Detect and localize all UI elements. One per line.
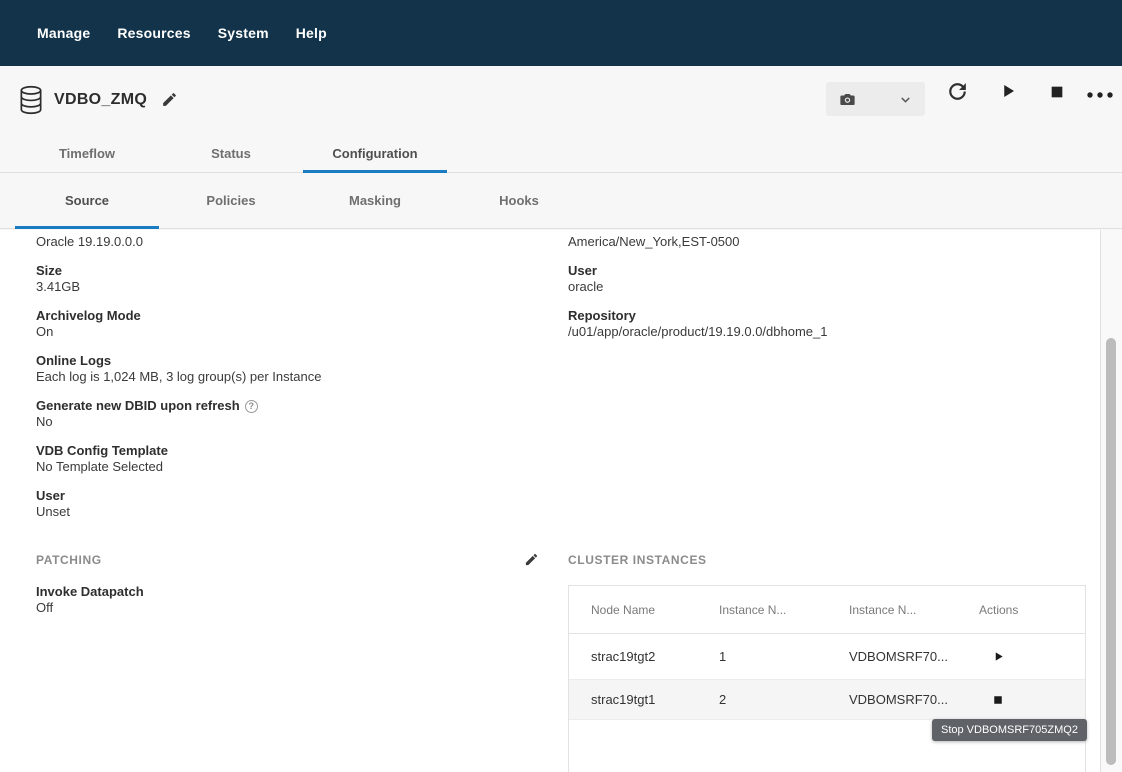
- table-header-row: Node Name Instance N... Instance N... Ac…: [569, 586, 1085, 634]
- source-config-panel: Oracle 19.19.0.0.0 Size 3.41GB Archivelo…: [0, 230, 1122, 772]
- camera-icon: [838, 90, 857, 109]
- stop-vdb-button[interactable]: [1049, 84, 1065, 100]
- top-nav-bar: Manage Resources System Help: [0, 0, 1122, 66]
- patching-section-title: PATCHING: [36, 553, 496, 567]
- snapshot-button-group: [826, 82, 925, 116]
- source-details-left-column: Oracle 19.19.0.0.0 Size 3.41GB Archivelo…: [36, 234, 516, 533]
- cluster-instances-table: Node Name Instance N... Instance N... Ac…: [568, 585, 1086, 772]
- edit-patching-pencil-icon[interactable]: [524, 551, 540, 567]
- field-online-logs: Online Logs Each log is 1,024 MB, 3 log …: [36, 353, 516, 385]
- tab-timeflow[interactable]: Timeflow: [15, 135, 159, 172]
- start-vdb-button[interactable]: [999, 82, 1017, 100]
- cluster-instances-section: CLUSTER INSTANCES: [568, 553, 1086, 567]
- database-icon: [18, 85, 44, 115]
- col-header-instance-name: Instance N...: [849, 603, 979, 617]
- page-title: VDBO_ZMQ: [54, 91, 147, 109]
- configuration-sub-tabs: Source Policies Masking Hooks: [0, 173, 1122, 229]
- play-icon: [993, 651, 1004, 662]
- page-header: VDBO_ZMQ: [0, 66, 1122, 230]
- stop-instance-tooltip: Stop VDBOMSRF705ZMQ2: [932, 719, 1087, 741]
- refresh-icon: [945, 79, 970, 104]
- field-database-version: Oracle 19.19.0.0.0: [36, 234, 516, 250]
- field-invoke-datapatch: Invoke Datapatch Off: [36, 584, 496, 616]
- tab-configuration[interactable]: Configuration: [303, 135, 447, 172]
- snapshot-camera-button[interactable]: [838, 90, 857, 109]
- ellipsis-icon: [1086, 91, 1114, 99]
- nav-item-manage[interactable]: Manage: [37, 25, 90, 41]
- nav-item-help[interactable]: Help: [296, 25, 327, 41]
- stop-instance-button[interactable]: [993, 693, 1007, 707]
- cell-instance-name: VDBOMSRF70...: [849, 692, 979, 707]
- nav-item-system[interactable]: System: [218, 25, 269, 41]
- field-repository: Repository /u01/app/oracle/product/19.19…: [568, 308, 1078, 340]
- cell-instance-name: VDBOMSRF70...: [849, 649, 979, 664]
- app-window: { "colors": { "nav_bg": "#123349", "acce…: [0, 0, 1122, 772]
- subtab-masking[interactable]: Masking: [303, 173, 447, 228]
- field-timezone: America/New_York,EST-0500: [568, 234, 1078, 250]
- cluster-instances-title: CLUSTER INSTANCES: [568, 553, 1086, 567]
- chevron-down-icon: [898, 92, 913, 107]
- nav-item-resources[interactable]: Resources: [117, 25, 190, 41]
- subtab-policies[interactable]: Policies: [159, 173, 303, 228]
- play-icon: [999, 82, 1017, 100]
- title-row: VDBO_ZMQ: [0, 66, 1122, 135]
- cell-node-name: strac19tgt2: [591, 649, 719, 664]
- col-header-instance-number: Instance N...: [719, 603, 849, 617]
- main-tabs: Timeflow Status Configuration: [0, 135, 1122, 173]
- cell-instance-number: 2: [719, 692, 849, 707]
- col-header-actions: Actions: [979, 603, 1085, 617]
- field-generate-new-dbid: Generate new DBID upon refresh? No: [36, 398, 516, 430]
- edit-name-pencil-icon[interactable]: [161, 90, 179, 108]
- table-row: strac19tgt1 2 VDBOMSRF70...: [569, 680, 1085, 720]
- field-env-user: User oracle: [568, 263, 1078, 295]
- help-icon[interactable]: ?: [245, 400, 258, 413]
- tab-status[interactable]: Status: [159, 135, 303, 172]
- vertical-scrollbar[interactable]: [1100, 230, 1122, 772]
- field-size: Size 3.41GB: [36, 263, 516, 295]
- snapshot-options-dropdown[interactable]: [898, 92, 913, 107]
- source-details-right-column: America/New_York,EST-0500 User oracle Re…: [568, 234, 1078, 353]
- refresh-button[interactable]: [944, 78, 970, 104]
- field-user: User Unset: [36, 488, 516, 520]
- patching-section: PATCHING Invoke Datapatch Off: [36, 553, 496, 629]
- more-actions-button[interactable]: [1086, 90, 1114, 100]
- stop-icon: [993, 695, 1003, 705]
- cell-instance-number: 1: [719, 649, 849, 664]
- table-row: strac19tgt2 1 VDBOMSRF70...: [569, 634, 1085, 680]
- cell-node-name: strac19tgt1: [591, 692, 719, 707]
- scrollbar-thumb[interactable]: [1106, 338, 1116, 765]
- col-header-node-name: Node Name: [591, 603, 719, 617]
- subtab-source[interactable]: Source: [15, 173, 159, 228]
- field-archivelog-mode: Archivelog Mode On: [36, 308, 516, 340]
- start-instance-button[interactable]: [993, 650, 1007, 664]
- stop-icon: [1049, 84, 1065, 100]
- subtab-hooks[interactable]: Hooks: [447, 173, 591, 228]
- field-vdb-config-template: VDB Config Template No Template Selected: [36, 443, 516, 475]
